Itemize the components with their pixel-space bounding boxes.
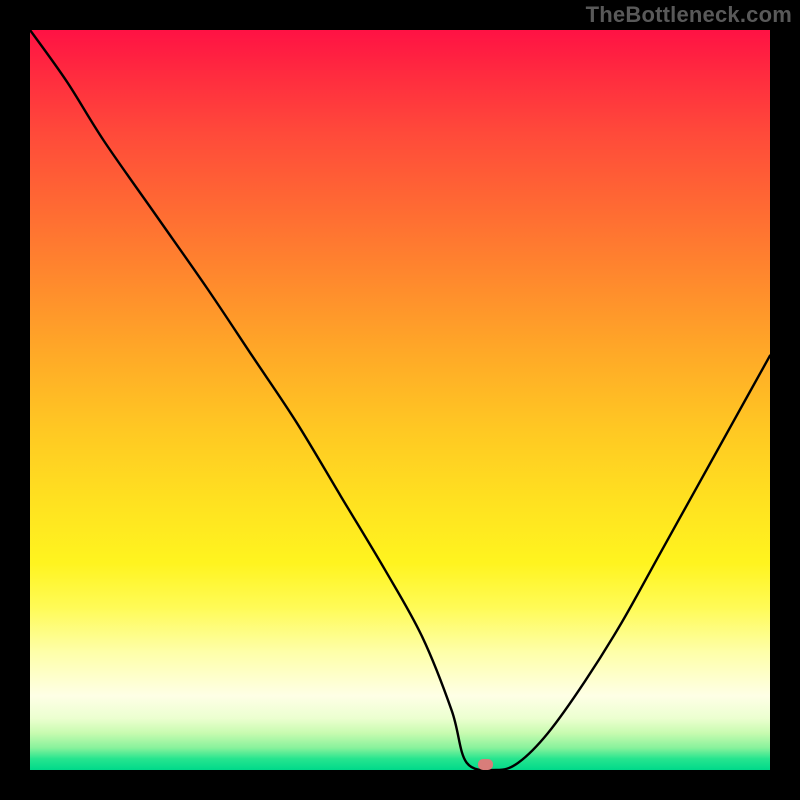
watermark-text: TheBottleneck.com [586, 2, 792, 28]
plot-area [30, 30, 770, 770]
bottleneck-curve [30, 30, 770, 770]
chart-frame: TheBottleneck.com [0, 0, 800, 800]
min-marker [478, 759, 493, 770]
curve-path [30, 30, 770, 770]
